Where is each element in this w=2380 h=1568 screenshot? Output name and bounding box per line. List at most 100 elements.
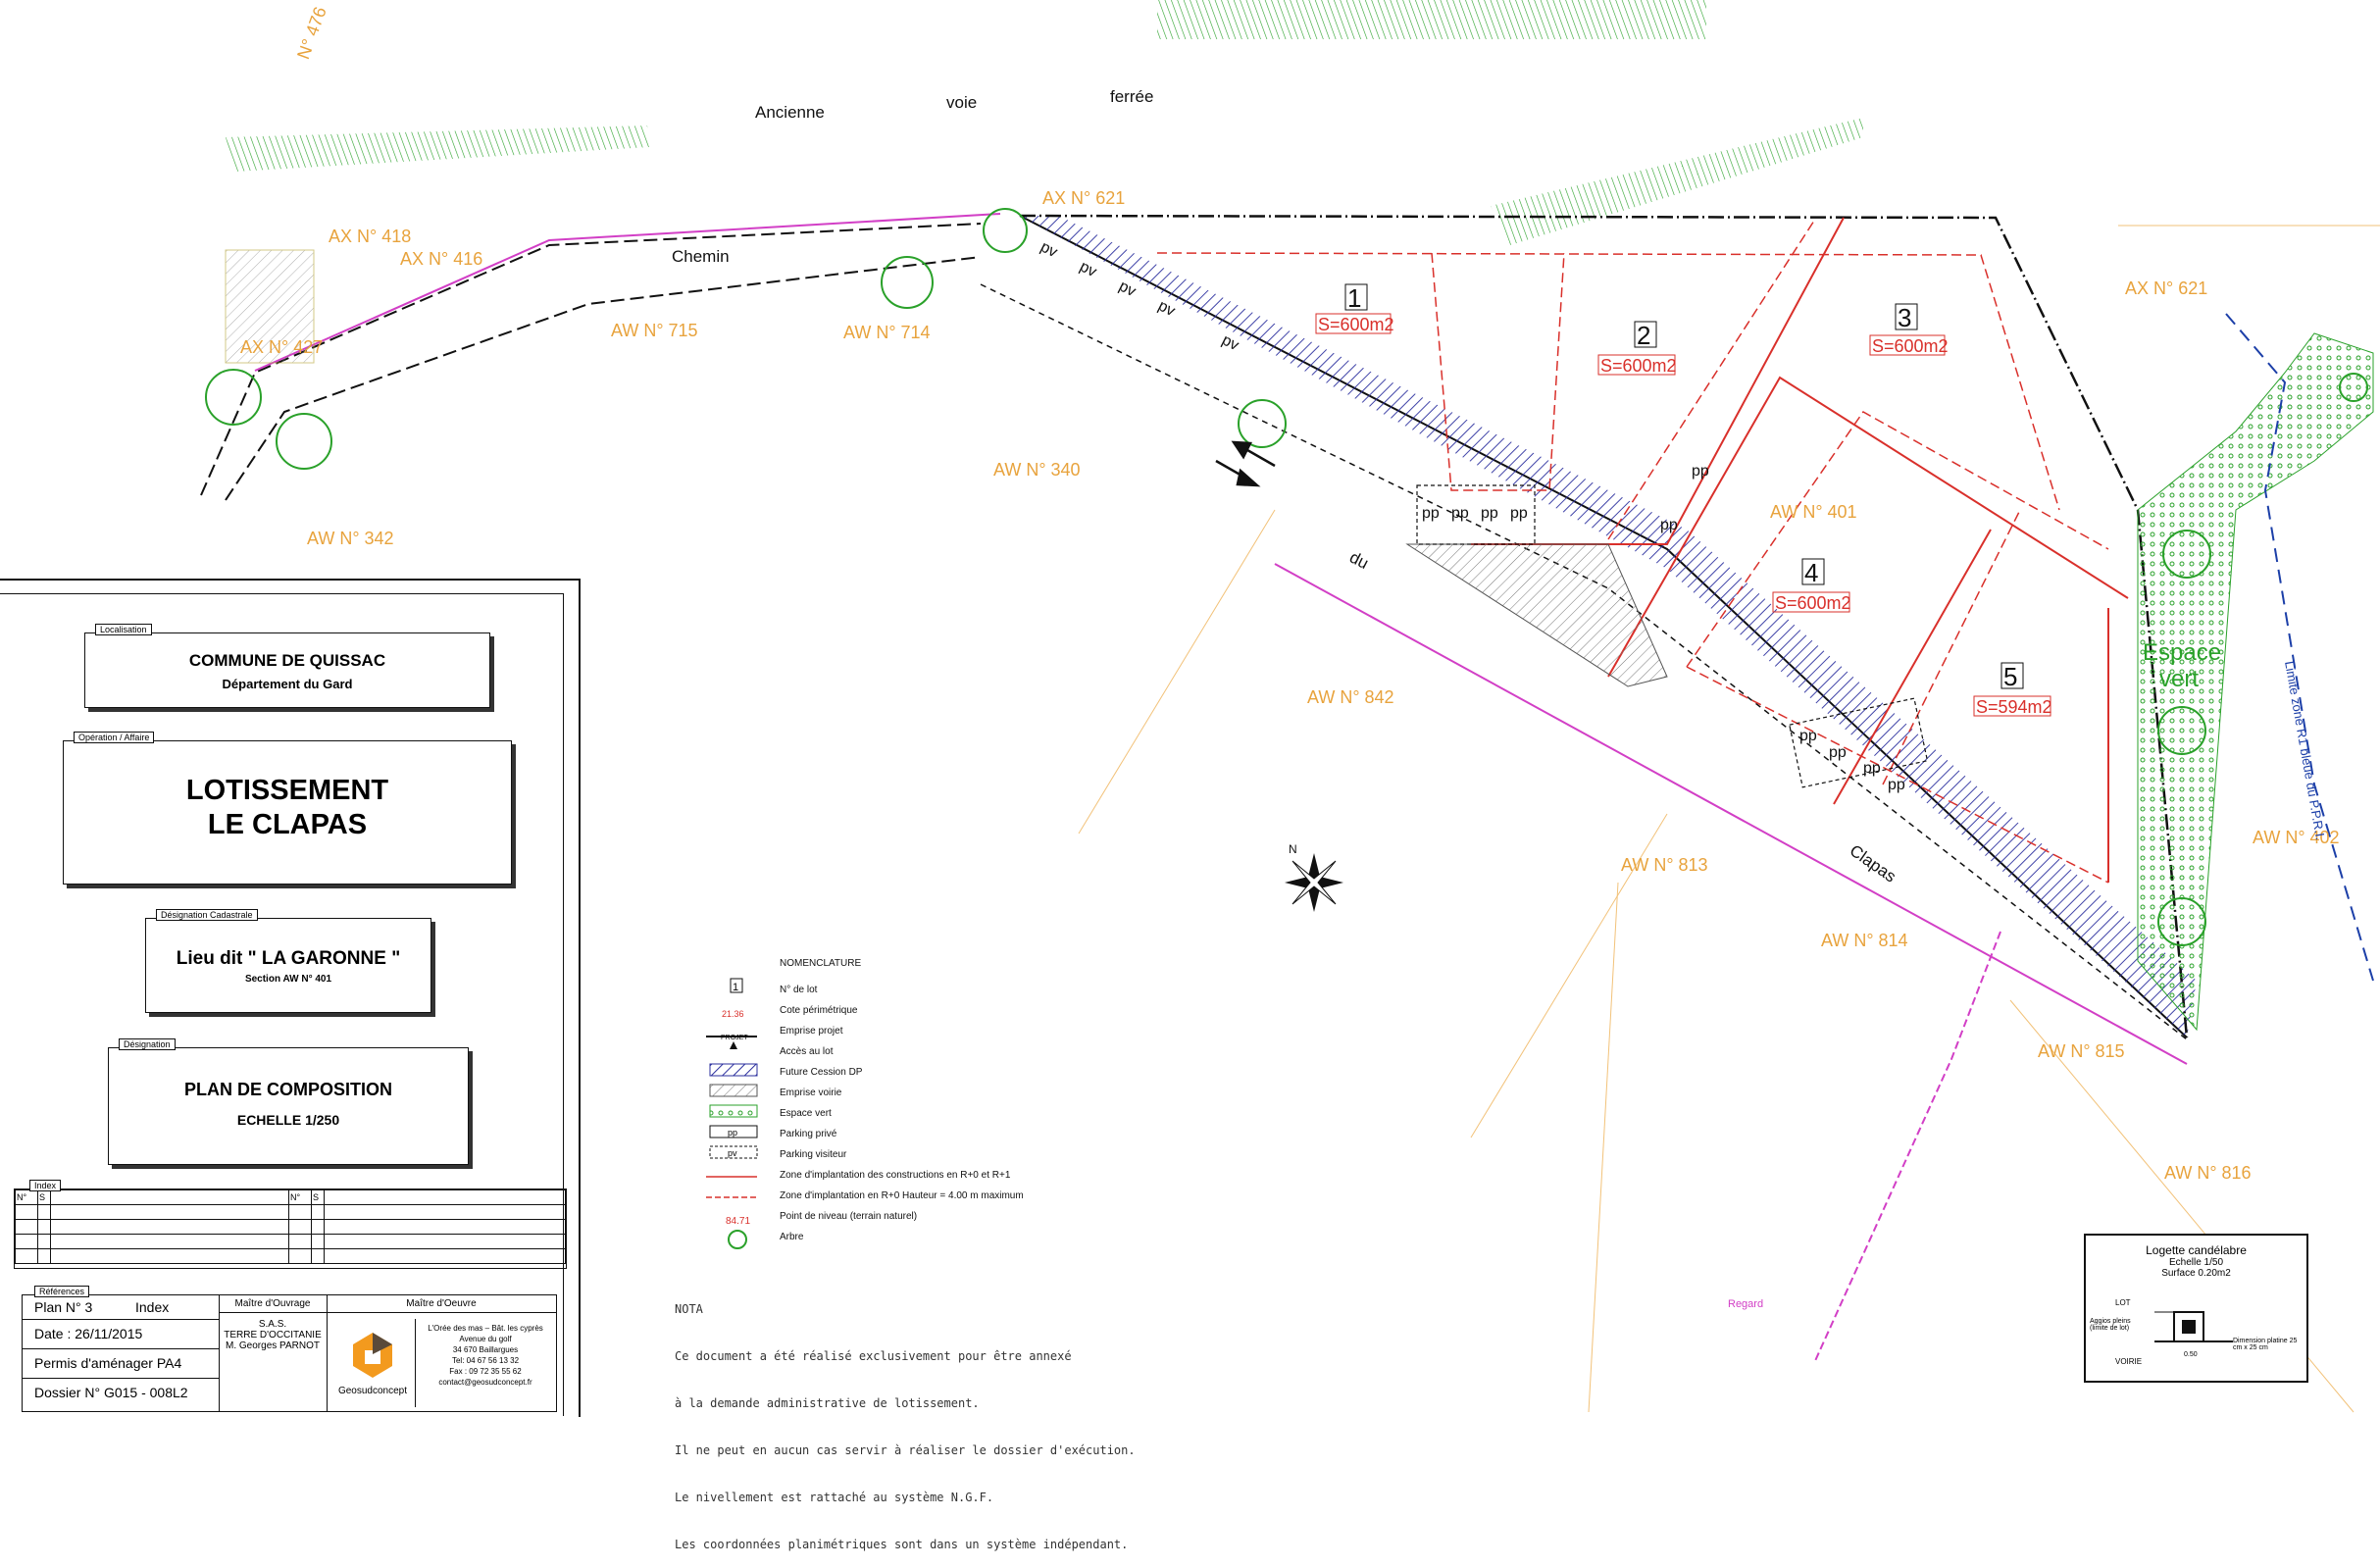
- localisation-tag: Localisation: [95, 624, 152, 635]
- ppri-label: Limite zone R1 bleue du P.P.R.I.: [2282, 660, 2328, 841]
- index-col-s-left: S: [37, 1189, 51, 1205]
- index-tag: Index: [29, 1180, 62, 1191]
- network-line: [1813, 931, 2001, 1364]
- legend-sample-projet: PROJET: [721, 1035, 748, 1041]
- pv-label-1: pv: [1038, 238, 1060, 261]
- parcel-aw813: AW N° 813: [1621, 855, 1708, 875]
- lot-2-surface: S=600m2: [1600, 356, 1677, 376]
- pp-label-5: pp: [1692, 463, 1709, 480]
- plan-title: PLAN DE COMPOSITION: [183, 1080, 392, 1099]
- note-line-2: à la demande administrative de lotisseme…: [675, 1396, 980, 1410]
- legend-sample-cote: 21.36: [722, 1009, 744, 1019]
- parcel-ax621-right: AX N° 621: [2125, 278, 2207, 298]
- lot-2: 2 S=600m2: [1597, 321, 1677, 376]
- note-line-5: Les coordonnées planimétriques sont dans…: [675, 1538, 1129, 1551]
- logette-voirie: VOIRIE: [2115, 1357, 2143, 1366]
- legend-sample-level: 84.71: [726, 1216, 750, 1227]
- logette-dim: Dimension platine 25 cm x 25 cm: [2233, 1338, 2298, 1351]
- lot-1: 1 S=600m2: [1315, 283, 1394, 334]
- north-label: N: [1289, 842, 1297, 856]
- logette-title: Logette candélabre: [2146, 1243, 2247, 1257]
- parcel-aw842: AW N° 842: [1307, 687, 1394, 707]
- note-line-3: Il ne peut en aucun cas servir à réalise…: [675, 1443, 1136, 1457]
- street-du: du: [1346, 548, 1371, 574]
- plan-number: Plan N° 3: [34, 1299, 93, 1315]
- traffic-arrows: [1215, 440, 1276, 487]
- logette-aggios: Aggios pleins (limite de lot): [2090, 1318, 2131, 1332]
- legend-title: NOMENCLATURE: [780, 958, 861, 969]
- note-block: NOTA Ce document a été réalisé exclusive…: [675, 1270, 1136, 1568]
- parcel-aw715: AW N° 715: [611, 321, 698, 340]
- index-col-s-right: S: [311, 1189, 325, 1205]
- street-ancienne: Ancienne: [755, 103, 825, 122]
- pp-label-3: pp: [1481, 505, 1498, 522]
- street-voie: voie: [946, 93, 977, 112]
- lot-5-surface: S=594m2: [1976, 697, 2052, 717]
- parcel-aw815: AW N° 815: [2038, 1041, 2125, 1061]
- legend-sample-lot: 1: [733, 982, 738, 993]
- legend-sample-pv: pv: [728, 1148, 737, 1158]
- legend-item: Cote périmétrique: [780, 1005, 858, 1016]
- ouvrage-line-1: S.A.S.: [258, 1319, 287, 1330]
- ouvrage-line-2: TERRE D'OCCITANIE: [224, 1330, 322, 1340]
- north-arrow: N: [1285, 842, 1343, 912]
- lot-2-number: 2: [1637, 321, 1650, 350]
- vert-label: vert: [2159, 666, 2199, 692]
- legend-item: Espace vert: [780, 1108, 832, 1119]
- lot-1-number: 1: [1347, 283, 1361, 313]
- lot-4-number: 4: [1804, 558, 1818, 587]
- logette-dim-small: 0.50: [2184, 1351, 2198, 1358]
- legend-item: Parking privé: [780, 1129, 837, 1139]
- pv-label-4: pv: [1155, 297, 1178, 320]
- railway-hatch: [226, 0, 1863, 245]
- oeuvre-brand: Geosudconcept: [337, 1386, 408, 1396]
- localisation-card: Localisation COMMUNE DE QUISSAC Départem…: [84, 624, 490, 708]
- pp-label-2: pp: [1451, 505, 1469, 522]
- index-col-n-left: N°: [15, 1189, 38, 1205]
- oeuvre-line-2: Avenue du golf: [459, 1335, 512, 1343]
- section: Section AW N° 401: [244, 974, 332, 985]
- lot-1-surface: S=600m2: [1318, 315, 1394, 334]
- legend: NOMENCLATURE 1 21.36 PROJET pp pv 84.71 …: [706, 958, 1024, 1249]
- legend-item: N° de lot: [780, 985, 818, 995]
- legend-item: Emprise projet: [780, 1026, 843, 1037]
- parcel-ax416: AX N° 416: [400, 249, 482, 269]
- index-label: Index: [135, 1299, 170, 1315]
- legend-item: Point de niveau (terrain naturel): [780, 1211, 917, 1222]
- note-line-4: Le nivellement est rattaché au système N…: [675, 1491, 994, 1504]
- legend-item: Zone d'implantation en R+0 Hauteur = 4.0…: [780, 1190, 1024, 1201]
- references-block: Références Plan N° 3 Index Date : 26/11/…: [22, 1286, 557, 1412]
- pv-label-2: pv: [1077, 258, 1099, 280]
- pp-label-10: pp: [1888, 777, 1905, 793]
- parcel-aw714: AW N° 714: [843, 323, 931, 342]
- logette-detail: Logette candélabre Echelle 1/50 Surface …: [2084, 1234, 2308, 1383]
- plan-scale: ECHELLE 1/250: [236, 1112, 340, 1128]
- pp-label-1: pp: [1422, 505, 1440, 522]
- espace-label: Espace: [2143, 639, 2221, 666]
- legend-item: Future Cession DP: [780, 1067, 863, 1078]
- legend-item: Emprise voirie: [780, 1087, 842, 1098]
- cadastre-card: Désignation Cadastrale Lieu dit " LA GAR…: [145, 909, 431, 1013]
- geosudconcept-logo-icon: [353, 1333, 392, 1378]
- pp-label-9: pp: [1863, 760, 1881, 777]
- ouvrage-line-3: M. Georges PARNOT: [226, 1340, 320, 1351]
- lot-4-surface: S=600m2: [1775, 593, 1851, 613]
- street-chemin: Chemin: [672, 247, 730, 266]
- logette-surface: Surface 0.20m2: [2161, 1268, 2231, 1279]
- lot-5: 5 S=594m2: [1973, 662, 2052, 717]
- parcel-aw401: AW N° 401: [1770, 502, 1857, 522]
- pv-label-5: pv: [1219, 331, 1241, 354]
- street-clapas: Clapas: [1847, 841, 1899, 886]
- designation-card: Désignation PLAN DE COMPOSITION ECHELLE …: [108, 1038, 469, 1165]
- note-title: NOTA: [675, 1302, 703, 1316]
- pp-label-6: pp: [1660, 517, 1678, 533]
- lot-3: 3 S=600m2: [1869, 303, 1949, 356]
- lot-4: 4 S=600m2: [1772, 558, 1851, 613]
- operation-line1: LOTISSEMENT: [185, 775, 389, 806]
- lieu-dit: Lieu dit " LA GARONNE ": [176, 948, 401, 969]
- emprise-voirie: [1405, 543, 1668, 687]
- legend-item: Arbre: [780, 1232, 804, 1242]
- ouvrage-title: Maître d'Ouvrage: [219, 1295, 327, 1313]
- oeuvre-line-4: Tel: 04 67 56 13 32: [451, 1356, 520, 1365]
- operation-tag: Opération / Affaire: [74, 732, 155, 743]
